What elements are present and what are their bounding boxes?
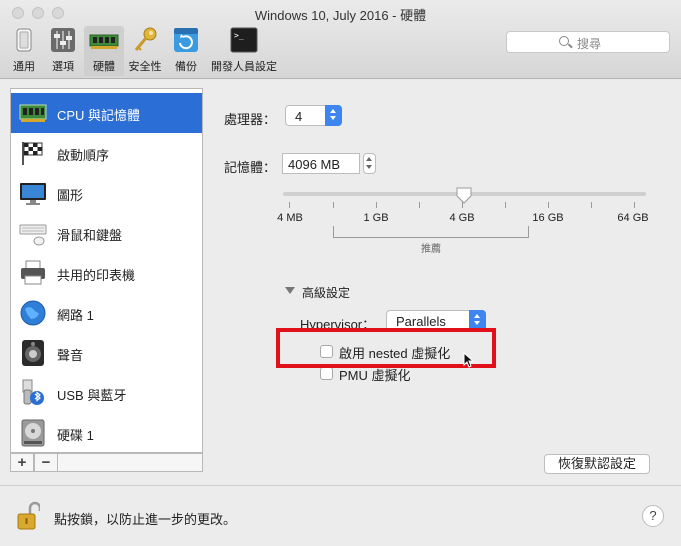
sidebar-item-label: 聲音 xyxy=(57,348,84,363)
hypervisor-value: Parallels xyxy=(396,314,446,329)
slider-tick xyxy=(634,202,635,208)
sidebar-item-label: 網路 1 xyxy=(57,308,94,323)
hard-disk-icon xyxy=(21,419,45,447)
memory-value: 4096 MB xyxy=(288,157,341,172)
memory-field[interactable]: 4096 MB xyxy=(282,153,360,174)
disclosure-triangle-icon[interactable] xyxy=(285,287,295,294)
sidebar-item-label: 滑鼠和鍵盤 xyxy=(57,228,123,243)
help-button[interactable]: ? xyxy=(642,505,664,527)
sidebar-item-label: USB 與藍牙 xyxy=(57,388,127,403)
sidebar-item-boot-order[interactable]: 啟動順序 xyxy=(11,133,202,173)
usb-bluetooth-icon xyxy=(22,379,44,405)
general-icon xyxy=(16,28,32,52)
window-title: Windows 10, July 2016 - 硬體 xyxy=(254,8,427,23)
search-icon xyxy=(559,36,569,46)
recommended-range-bracket xyxy=(333,226,529,238)
remove-device-button[interactable]: − xyxy=(34,453,58,472)
printer-icon xyxy=(21,260,45,285)
restore-defaults-button[interactable]: 恢復默認設定 xyxy=(544,454,650,474)
hardware-icon xyxy=(89,34,119,49)
mouse-cursor-icon xyxy=(463,352,475,368)
sidebar-footer-bar xyxy=(58,453,203,472)
sidebar-item-label: 硬碟 1 xyxy=(57,428,94,443)
memory-stepper[interactable] xyxy=(363,153,376,174)
boot-order-flag-icon xyxy=(22,142,43,165)
recommended-label: 推薦 xyxy=(421,244,441,255)
slider-tick-label: 16 GB xyxy=(532,212,564,224)
slider-tick xyxy=(289,202,290,208)
terminal-icon: >_ xyxy=(230,27,258,53)
sidebar-item-usb-bluetooth[interactable]: USB 與藍牙 xyxy=(11,373,202,413)
sidebar-item-cpu-memory[interactable]: CPU 與記憶體 xyxy=(11,93,202,133)
toolbar-backup[interactable]: 備份 xyxy=(169,26,203,76)
slider-tick xyxy=(505,202,506,208)
backup-icon xyxy=(174,28,198,52)
toolbar-hardware[interactable]: 硬體 xyxy=(84,26,124,76)
toolbar-developer[interactable]: >_ 開發人員設定 xyxy=(208,26,280,76)
cpu-memory-icon xyxy=(19,104,47,122)
sidebar-footer: + − xyxy=(10,453,203,473)
slider-tick xyxy=(376,202,377,208)
slider-tick xyxy=(548,202,549,208)
toolbar-security-label: 安全性 xyxy=(128,61,162,73)
svg-text:>_: >_ xyxy=(234,31,244,40)
processor-popup[interactable]: 4 xyxy=(285,105,342,126)
toolbar-developer-label: 開發人員設定 xyxy=(211,61,277,73)
search-field[interactable]: 搜尋 xyxy=(506,31,670,53)
slider-tick-label: 4 MB xyxy=(277,212,303,224)
memory-label: 記憶體： xyxy=(224,160,277,175)
sidebar-item-sound[interactable]: 聲音 xyxy=(11,333,202,373)
hardware-sidebar: CPU 與記憶體 啟動順序 圖形 滑鼠和鍵盤 共用的印表機 網路 1 聲音 US… xyxy=(10,88,203,453)
sidebar-item-hard-disk[interactable]: 硬碟 1 xyxy=(11,413,202,452)
processor-value: 4 xyxy=(295,109,303,124)
toolbar-options-label: 選項 xyxy=(52,61,74,73)
sidebar-item-label: CPU 與記憶體 xyxy=(57,108,141,123)
slider-tick xyxy=(419,202,420,208)
security-key-icon xyxy=(134,27,157,51)
slider-tick-label: 1 GB xyxy=(363,212,389,224)
toolbar-backup-label: 備份 xyxy=(175,61,197,73)
popup-arrows-icon xyxy=(325,105,342,126)
options-icon xyxy=(51,28,75,52)
slider-tick xyxy=(333,202,334,208)
toolbar-general-label: 通用 xyxy=(13,61,35,73)
advanced-settings-label[interactable]: 高級設定 xyxy=(302,284,350,301)
toolbar-options[interactable]: 選項 xyxy=(45,26,81,76)
slider-tick-label: 4 GB xyxy=(449,212,475,224)
sidebar-item-label: 啟動順序 xyxy=(57,148,110,163)
graphics-monitor-icon xyxy=(20,183,46,205)
pmu-virtualization-checkbox[interactable] xyxy=(320,367,333,380)
toolbar-general[interactable]: 通用 xyxy=(7,26,41,76)
mouse-keyboard-icon xyxy=(19,224,47,246)
search-placeholder: 搜尋 xyxy=(577,37,602,51)
toolbar-hardware-label: 硬體 xyxy=(93,61,115,73)
lock-hint-text: 點按鎖，以防止進一步的更改。 xyxy=(54,512,237,527)
window: Windows 10, July 2016 - 硬體 通用 選項 硬體 安全性 … xyxy=(0,0,681,546)
slider-tick xyxy=(591,202,592,208)
unlocked-padlock-icon[interactable] xyxy=(16,500,40,532)
sidebar-item-label: 共用的印表機 xyxy=(57,268,136,283)
sidebar-item-graphics[interactable]: 圖形 xyxy=(11,173,202,213)
footer-divider xyxy=(0,485,681,486)
sidebar-item-network[interactable]: 網路 1 xyxy=(11,293,202,333)
memory-slider-thumb[interactable] xyxy=(455,186,473,204)
toolbar-security[interactable]: 安全性 xyxy=(126,26,164,76)
network-globe-icon xyxy=(20,300,46,326)
add-device-button[interactable]: + xyxy=(10,453,34,472)
sidebar-item-printer[interactable]: 共用的印表機 xyxy=(11,253,202,293)
speaker-icon xyxy=(22,340,44,366)
sidebar-item-label: 圖形 xyxy=(57,188,84,203)
processor-label: 處理器： xyxy=(224,112,277,127)
sidebar-item-mouse-keyboard[interactable]: 滑鼠和鍵盤 xyxy=(11,213,202,253)
slider-tick-label: 64 GB xyxy=(617,212,649,224)
title-bar: Windows 10, July 2016 - 硬體 通用 選項 硬體 安全性 … xyxy=(0,0,681,79)
